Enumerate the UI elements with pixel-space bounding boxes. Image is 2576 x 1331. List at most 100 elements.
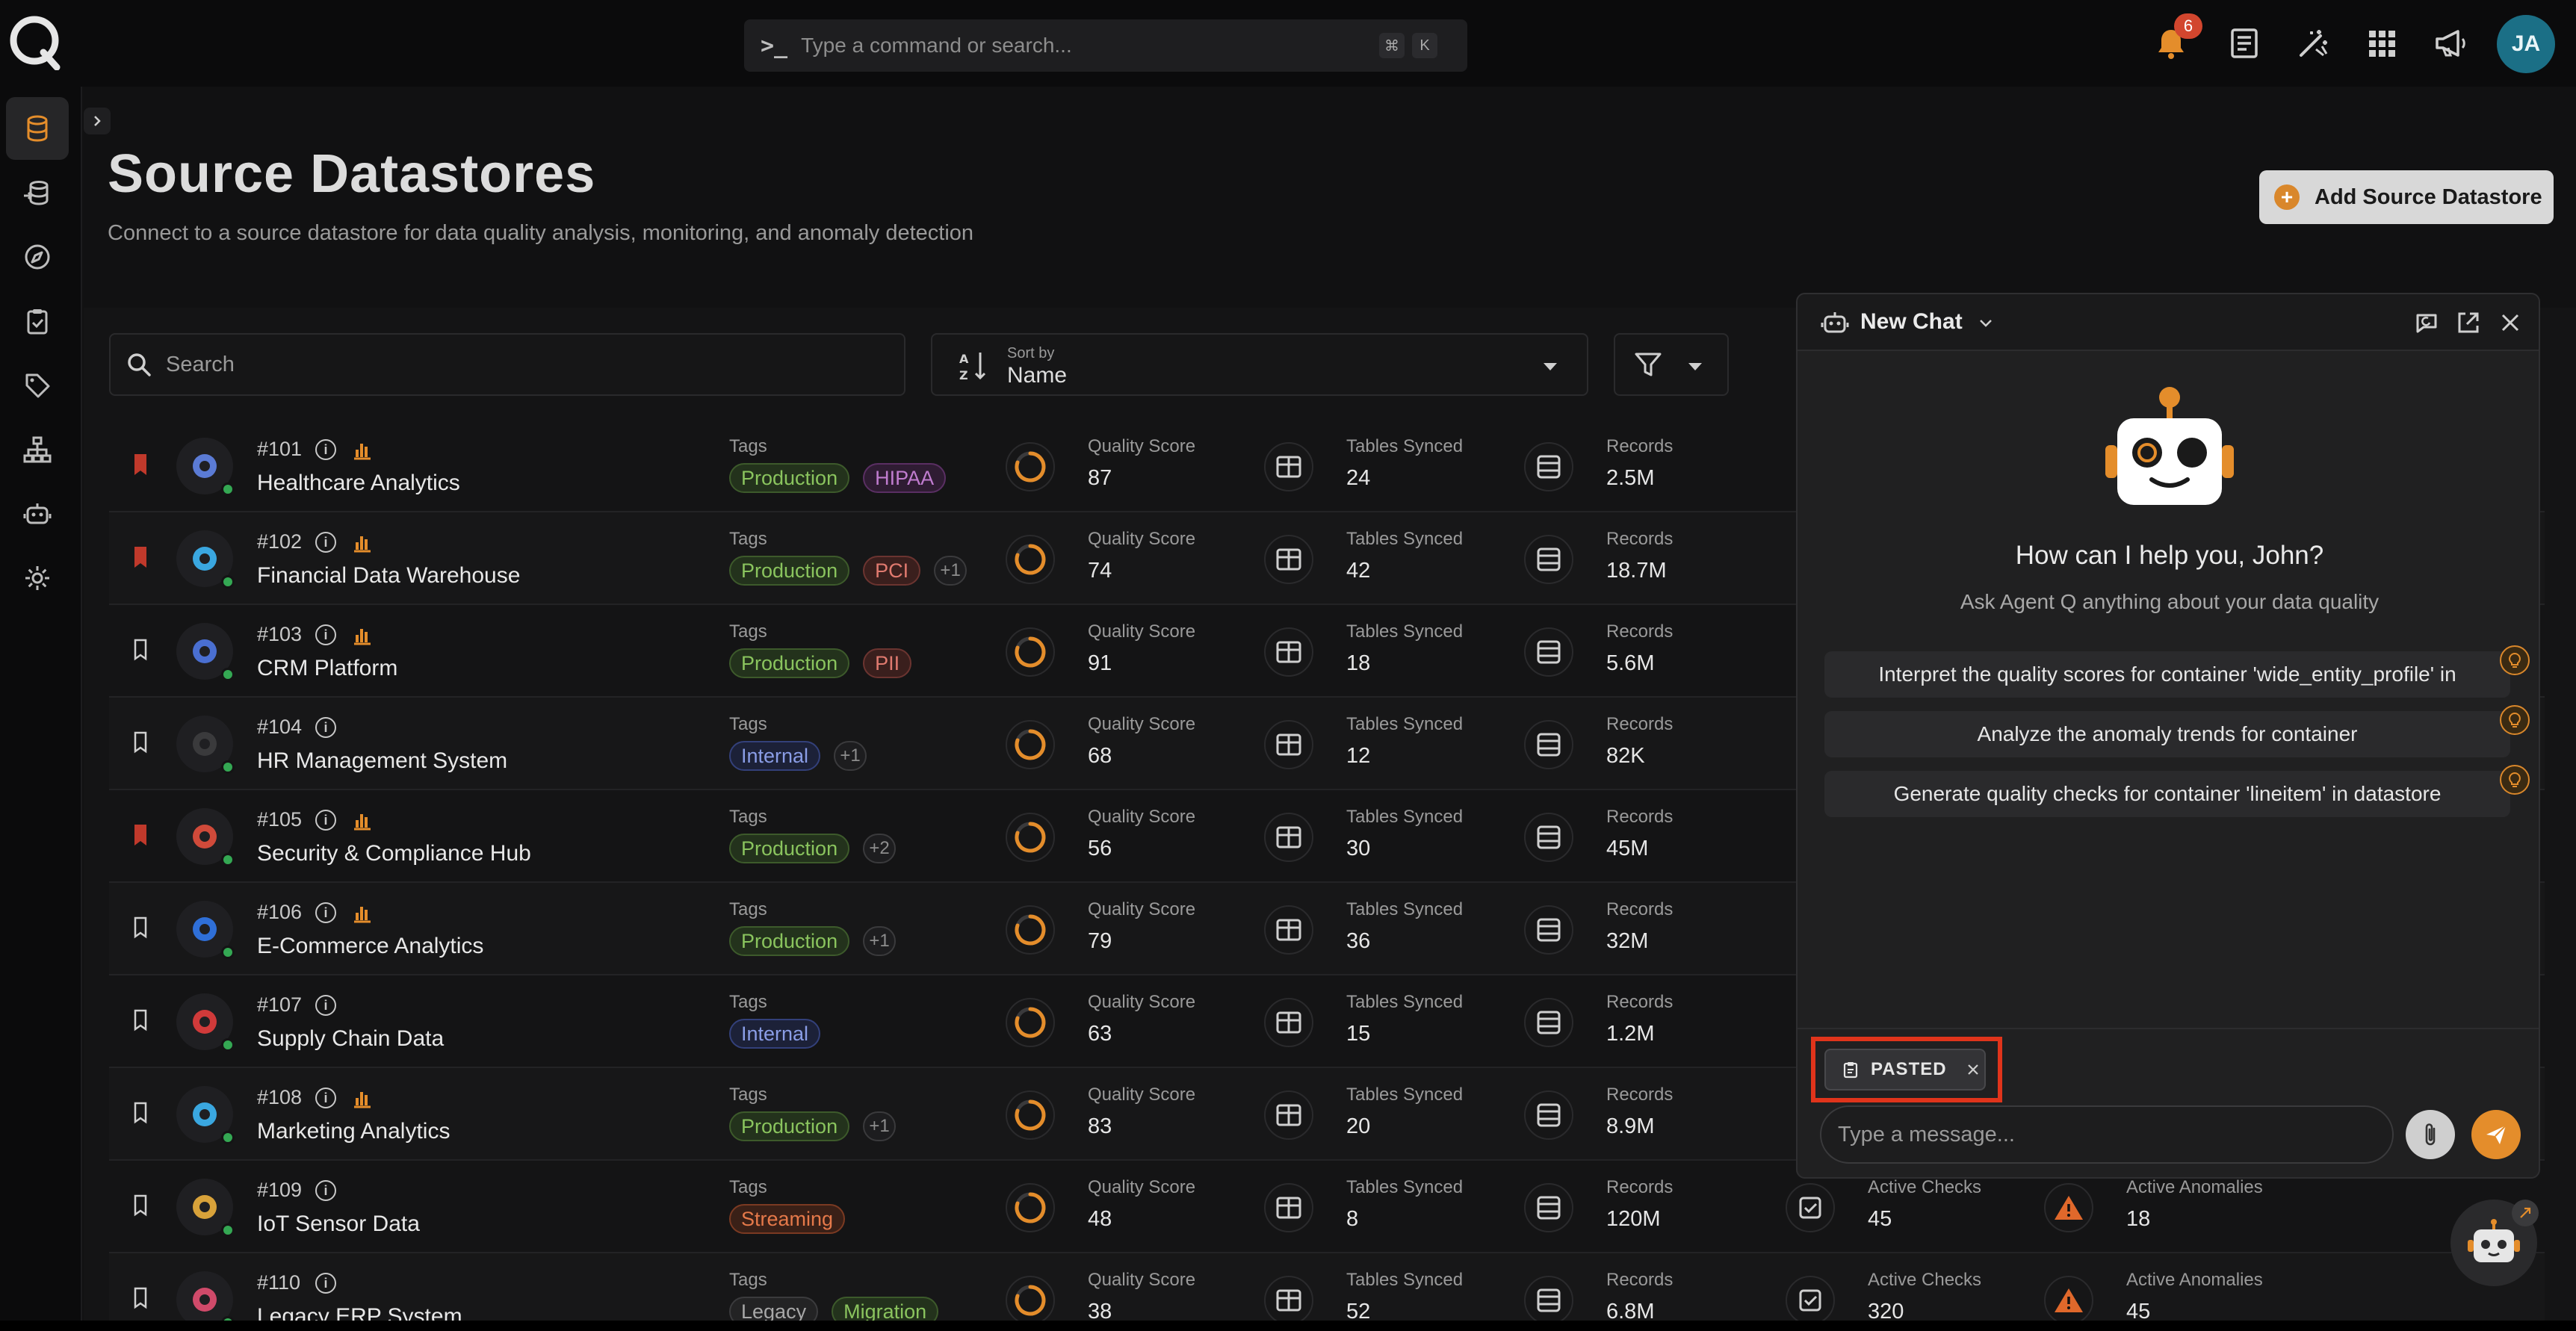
info-icon[interactable]: i <box>315 532 336 553</box>
bookmark-filled-icon[interactable] <box>131 823 149 847</box>
close-icon[interactable] <box>2497 309 2524 336</box>
chevron-down-icon[interactable] <box>1978 318 1993 329</box>
datastore-name[interactable]: Healthcare Analytics <box>257 471 460 496</box>
tag-badge[interactable]: Production <box>729 556 850 586</box>
external-link-icon[interactable] <box>2455 309 2482 336</box>
bookmark-icon[interactable] <box>131 1194 149 1217</box>
suggestion-chip[interactable]: Generate quality checks for container 'l… <box>1824 771 2510 817</box>
megaphone-icon[interactable] <box>2431 24 2470 63</box>
tag-badge[interactable]: HIPAA <box>863 463 947 493</box>
bookmark-filled-icon[interactable] <box>131 453 149 477</box>
sidebar-item-checks[interactable] <box>6 290 69 353</box>
bar-chart-icon[interactable] <box>350 530 374 554</box>
sidebar-item-agent[interactable] <box>6 483 69 545</box>
message-box[interactable] <box>1820 1105 2394 1164</box>
search-input[interactable] <box>166 352 838 377</box>
sidebar-item-tags[interactable] <box>6 354 69 417</box>
connection-status-dot <box>221 483 235 496</box>
search-box[interactable] <box>109 333 905 396</box>
info-icon[interactable]: i <box>315 624 336 645</box>
document-list-icon[interactable] <box>2225 24 2264 63</box>
bar-chart-icon[interactable] <box>350 901 374 925</box>
suggestion-chip[interactable]: Interpret the quality scores for contain… <box>1824 651 2510 698</box>
datastore-row[interactable]: #110 i Legacy ERP System Tags Legacy Migratio… <box>109 1253 2545 1331</box>
datastore-name[interactable]: Financial Data Warehouse <box>257 563 520 589</box>
info-icon[interactable]: i <box>315 810 336 831</box>
datastore-name[interactable]: E-Commerce Analytics <box>257 934 483 959</box>
tag-badge[interactable]: PCI <box>863 556 921 586</box>
sidebar <box>0 87 82 1331</box>
add-source-datastore-button[interactable]: + Add Source Datastore <box>2259 170 2554 224</box>
tag-badge[interactable]: PII <box>863 648 912 678</box>
sidebar-item-datastores[interactable] <box>6 97 69 160</box>
bar-chart-icon[interactable] <box>350 438 374 462</box>
records-label: Records <box>1606 714 1674 734</box>
sort-select[interactable]: AZ Sort by Name <box>931 333 1588 396</box>
tag-badge[interactable]: Internal <box>729 741 821 771</box>
bar-chart-icon[interactable] <box>350 623 374 647</box>
sidebar-expand-button[interactable] <box>84 108 111 134</box>
more-tags-badge[interactable]: +1 <box>934 556 967 586</box>
datastore-name[interactable]: IoT Sensor Data <box>257 1211 420 1237</box>
bookmark-icon[interactable] <box>131 916 149 940</box>
gear-icon <box>25 566 49 590</box>
more-tags-badge[interactable]: +1 <box>863 1111 897 1141</box>
datastore-name[interactable]: HR Management System <box>257 748 507 774</box>
info-icon[interactable]: i <box>315 1088 336 1108</box>
apps-grid-icon[interactable] <box>2362 24 2401 63</box>
tag-badge[interactable]: Production <box>729 463 850 493</box>
tag-badge[interactable]: Production <box>729 1111 850 1141</box>
send-button[interactable] <box>2471 1110 2521 1159</box>
datastore-name[interactable]: CRM Platform <box>257 656 397 681</box>
info-icon[interactable]: i <box>315 717 336 738</box>
app-logo[interactable] <box>7 13 64 70</box>
more-tags-badge[interactable]: +1 <box>863 926 897 956</box>
info-icon[interactable]: i <box>315 902 336 923</box>
bookmark-icon[interactable] <box>131 730 149 754</box>
collapse-icon[interactable] <box>2512 1200 2539 1226</box>
command-search-bar[interactable]: >_ Type a command or search... ⌘ K <box>744 19 1467 72</box>
more-tags-badge[interactable]: +2 <box>863 834 897 863</box>
sidebar-item-enrichment[interactable] <box>6 161 69 224</box>
quality-score-label: Quality Score <box>1088 529 1196 549</box>
bookmark-icon[interactable] <box>131 1101 149 1125</box>
bar-chart-icon[interactable] <box>350 1086 374 1110</box>
magic-wand-icon[interactable] <box>2294 24 2332 63</box>
tag-badge[interactable]: Internal <box>729 1019 821 1049</box>
close-icon[interactable] <box>1965 1061 1981 1078</box>
pasted-attachment-chip[interactable]: PASTED <box>1824 1049 1986 1090</box>
info-icon[interactable]: i <box>315 1273 336 1294</box>
active-anomalies-label: Active Anomalies <box>2126 1270 2263 1290</box>
bookmark-icon[interactable] <box>131 1008 149 1032</box>
info-icon[interactable]: i <box>315 439 336 460</box>
chat-history-icon[interactable] <box>2413 309 2440 336</box>
user-avatar[interactable]: JA <box>2497 15 2555 73</box>
filter-button[interactable] <box>1614 333 1729 396</box>
bookmark-filled-icon[interactable] <box>131 545 149 569</box>
sidebar-item-hierarchy[interactable] <box>6 418 69 481</box>
tag-badge[interactable]: Production <box>729 648 850 678</box>
chat-title[interactable]: New Chat <box>1860 309 1963 335</box>
datastore-name[interactable]: Supply Chain Data <box>257 1026 444 1052</box>
info-icon[interactable]: i <box>315 995 336 1016</box>
tags-label: Tags <box>729 899 767 919</box>
datastore-name[interactable]: Marketing Analytics <box>257 1119 450 1144</box>
info-icon[interactable]: i <box>315 1180 336 1201</box>
tag-list: Streaming <box>729 1204 846 1234</box>
message-input[interactable] <box>1838 1122 2361 1147</box>
datastore-name[interactable]: Security & Compliance Hub <box>257 841 531 866</box>
bar-chart-icon[interactable] <box>350 808 374 832</box>
tag-badge[interactable]: Streaming <box>729 1204 846 1234</box>
tag-badge[interactable]: Production <box>729 834 850 863</box>
sidebar-item-explore[interactable] <box>6 226 69 288</box>
active-anomalies-icon <box>2044 1183 2093 1232</box>
sidebar-item-settings[interactable] <box>6 547 69 609</box>
quality-score-icon <box>1006 627 1055 677</box>
tag-badge[interactable]: Production <box>729 926 850 956</box>
attach-button[interactable] <box>2406 1110 2455 1159</box>
suggestion-chip[interactable]: Analyze the anomaly trends for container <box>1824 711 2510 757</box>
robot-icon <box>1821 312 1849 333</box>
bookmark-icon[interactable] <box>131 1286 149 1310</box>
more-tags-badge[interactable]: +1 <box>834 741 867 771</box>
bookmark-icon[interactable] <box>131 638 149 662</box>
